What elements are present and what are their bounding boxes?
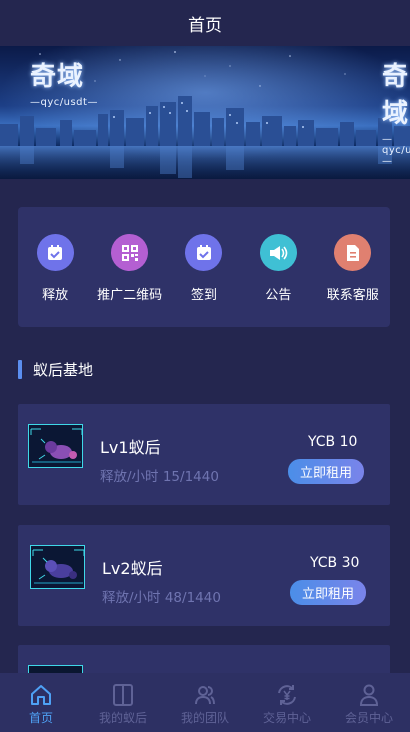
top-bar: 首页 (0, 0, 410, 46)
team-icon (195, 686, 215, 705)
queen-thumbnail (28, 424, 83, 468)
queen-release-rate: 释放/小时 48/1440 (102, 590, 221, 606)
tab-label: 会员中心 (344, 711, 393, 725)
quick-action-label: 联系客服 (326, 288, 379, 303)
queen-release-rate: 释放/小时 15/1440 (100, 469, 219, 485)
quick-action-announcement[interactable]: 公告 (241, 234, 315, 303)
calendar-icon (36, 234, 74, 271)
queen-price: YCB 30 (310, 555, 360, 571)
qrcode-icon (111, 234, 149, 271)
quick-action-qrcode[interactable]: 推广二维码 (93, 234, 167, 303)
document-icon (334, 234, 372, 271)
queen-level: Lv2蚁后 (102, 559, 163, 578)
brand-logo-text: 奇域 (30, 62, 85, 92)
queen-card: Lv2蚁后 释放/小时 48/1440 YCB 30 立即租用 (18, 525, 390, 626)
tab-trade-center[interactable]: 交易中心 (246, 673, 328, 732)
tab-my-team[interactable]: 我的团队 (164, 673, 246, 732)
tab-member-center[interactable]: 会员中心 (328, 673, 410, 732)
exchange-icon (278, 685, 296, 705)
bottom-tab-bar: 首页 我的蚁后 我的团队 交易中心 会员中心 (0, 673, 410, 732)
tab-label: 首页 (28, 711, 53, 725)
book-icon (113, 684, 133, 706)
banner-brand: 奇域 —qyc/usdt— (30, 56, 98, 108)
quick-action-label: 释放 (42, 288, 69, 303)
tab-label: 我的团队 (180, 711, 229, 725)
banner-brand-repeat: 奇域 —qyc/usdt— (382, 56, 410, 167)
tab-home[interactable]: 首页 (0, 673, 82, 732)
quick-action-label: 公告 (265, 288, 292, 303)
page-title: 首页 (188, 15, 222, 36)
quick-action-label: 签到 (190, 288, 217, 303)
tab-label: 交易中心 (262, 711, 311, 725)
section-title: 蚁后基地 (33, 361, 94, 379)
speaker-icon (259, 234, 297, 271)
brand-tagline: —qyc/usdt— (30, 97, 98, 108)
rent-now-button[interactable]: 立即租用 (288, 459, 364, 484)
queen-price: YCB 10 (308, 434, 358, 450)
quick-action-checkin[interactable]: 签到 (167, 234, 241, 303)
section-heading: 蚁后基地 (18, 359, 93, 380)
queen-level: Lv1蚁后 (100, 438, 161, 457)
quick-action-support[interactable]: 联系客服 (316, 234, 390, 303)
rent-now-button[interactable]: 立即租用 (290, 580, 366, 605)
quick-action-release[interactable]: 释放 (18, 234, 92, 303)
brand-tagline-repeat: —qyc/usdt— (382, 134, 410, 167)
home-icon (31, 685, 51, 705)
quick-action-label: 推广二维码 (97, 288, 163, 303)
banner[interactable]: 奇域 —qyc/usdt— 奇域 —qyc/usdt— (0, 46, 410, 179)
queen-thumbnail (30, 545, 85, 589)
tab-label: 我的蚁后 (98, 711, 147, 725)
tab-my-queens[interactable]: 我的蚁后 (82, 673, 164, 732)
quick-actions-panel: 释放 推广二维码 签到 公告 联系客服 (18, 207, 390, 327)
calendar-check-icon (185, 234, 223, 271)
section-marker (18, 360, 22, 379)
queen-card: Lv1蚁后 释放/小时 15/1440 YCB 10 立即租用 (18, 404, 390, 505)
user-icon (359, 684, 379, 706)
brand-logo-text-repeat: 奇域 (382, 62, 410, 129)
